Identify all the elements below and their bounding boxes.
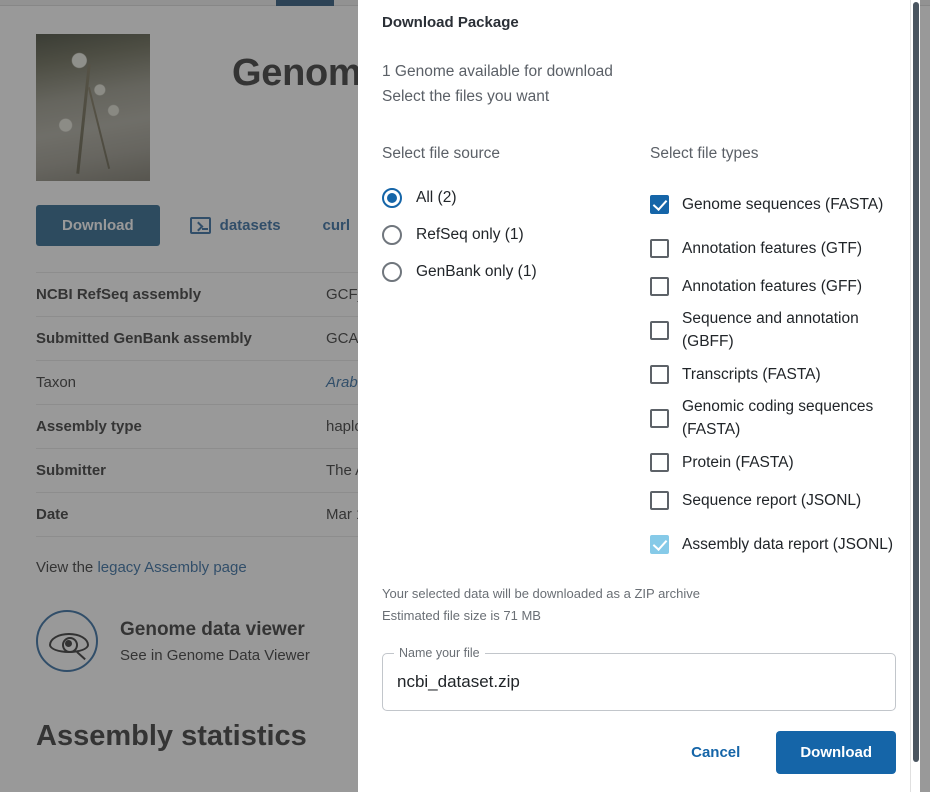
checkbox-label: Transcripts (FASTA) bbox=[682, 365, 821, 383]
radio-label: RefSeq only (1) bbox=[416, 225, 524, 243]
note-zip-archive: Your selected data will be downloaded as… bbox=[382, 586, 700, 601]
checkbox-label: Genomic coding sequences (FASTA) bbox=[682, 398, 874, 438]
checkbox-protein-fasta[interactable]: Protein (FASTA) bbox=[650, 443, 896, 481]
checkbox-icon[interactable] bbox=[650, 452, 669, 472]
checkbox-label: Protein (FASTA) bbox=[682, 453, 794, 471]
checkbox-icon[interactable] bbox=[650, 238, 669, 258]
checkbox-label: Sequence report (JSONL) bbox=[682, 491, 862, 509]
dialog-title: Download Package bbox=[382, 14, 519, 31]
filename-input[interactable] bbox=[397, 672, 881, 692]
checkbox-icon-checked-disabled bbox=[650, 534, 669, 554]
name-field-legend: Name your file bbox=[394, 646, 485, 660]
checkbox-sequence-and-annotation-gbff[interactable]: Sequence and annotation (GBFF) bbox=[650, 305, 896, 355]
dialog-subtitle: 1 Genome available for download Select t… bbox=[382, 59, 896, 109]
dialog-scrollbar[interactable] bbox=[910, 0, 920, 792]
radio-option-all[interactable]: All (2) bbox=[382, 179, 650, 216]
screen: Genome Download datasets curl NCBI RefSe… bbox=[0, 0, 930, 792]
checkbox-icon[interactable] bbox=[650, 320, 669, 340]
checkbox-icon[interactable] bbox=[650, 364, 669, 384]
checkbox-annotation-features-gff[interactable]: Annotation features (GFF) bbox=[650, 267, 896, 305]
checkbox-label: Annotation features (GTF) bbox=[682, 239, 863, 257]
checkbox-genomic-coding-sequences-fasta[interactable]: Genomic coding sequences (FASTA) bbox=[650, 393, 896, 443]
dialog-subtitle-line-2: Select the files you want bbox=[382, 88, 550, 105]
scrollbar-thumb[interactable] bbox=[913, 2, 919, 762]
checkbox-sequence-report-jsonl[interactable]: Sequence report (JSONL) bbox=[650, 481, 896, 519]
checkbox-label: Assembly data report (JSONL) bbox=[682, 535, 894, 553]
download-note: Your selected data will be downloaded as… bbox=[382, 583, 896, 627]
file-source-heading: Select file source bbox=[382, 145, 501, 162]
checkbox-icon[interactable] bbox=[650, 490, 669, 510]
checkbox-icon[interactable] bbox=[650, 408, 669, 428]
dialog-footer: Cancel Download bbox=[358, 717, 920, 792]
file-types-heading: Select file types bbox=[650, 145, 759, 162]
radio-label: GenBank only (1) bbox=[416, 262, 537, 280]
checkbox-icon[interactable] bbox=[650, 276, 669, 296]
checkbox-label: Genome sequences (FASTA) bbox=[682, 195, 884, 213]
checkbox-label: Sequence and annotation (GBFF) bbox=[682, 310, 859, 350]
checkbox-genome-sequences-fasta[interactable]: Genome sequences (FASTA) bbox=[650, 179, 896, 229]
radio-label: All (2) bbox=[416, 188, 457, 206]
checkbox-label: Annotation features (GFF) bbox=[682, 277, 863, 295]
file-source-column: Select file source All (2) RefSeq only (… bbox=[382, 145, 650, 569]
checkbox-annotation-features-gtf[interactable]: Annotation features (GTF) bbox=[650, 229, 896, 267]
radio-option-genbank-only[interactable]: GenBank only (1) bbox=[382, 253, 650, 290]
checkbox-assembly-data-report-jsonl: Assembly data report (JSONL) bbox=[650, 519, 896, 569]
radio-icon-selected[interactable] bbox=[382, 187, 402, 208]
radio-option-refseq-only[interactable]: RefSeq only (1) bbox=[382, 216, 650, 253]
radio-icon[interactable] bbox=[382, 224, 402, 245]
dialog-body: Download Package 1 Genome available for … bbox=[358, 0, 920, 717]
dialog-subtitle-line-1: 1 Genome available for download bbox=[382, 63, 613, 80]
name-your-file-field[interactable]: Name your file bbox=[382, 646, 896, 711]
note-estimated-size: Estimated file size is 71 MB bbox=[382, 608, 541, 623]
checkbox-transcripts-fasta[interactable]: Transcripts (FASTA) bbox=[650, 355, 896, 393]
file-types-column: Select file types Genome sequences (FAST… bbox=[650, 145, 896, 569]
download-button[interactable]: Download bbox=[776, 731, 896, 774]
selection-columns: Select file source All (2) RefSeq only (… bbox=[382, 145, 896, 569]
cancel-button[interactable]: Cancel bbox=[677, 734, 754, 771]
radio-icon[interactable] bbox=[382, 261, 402, 282]
download-package-dialog: Download Package 1 Genome available for … bbox=[358, 0, 920, 792]
checkbox-icon-checked[interactable] bbox=[650, 194, 669, 214]
